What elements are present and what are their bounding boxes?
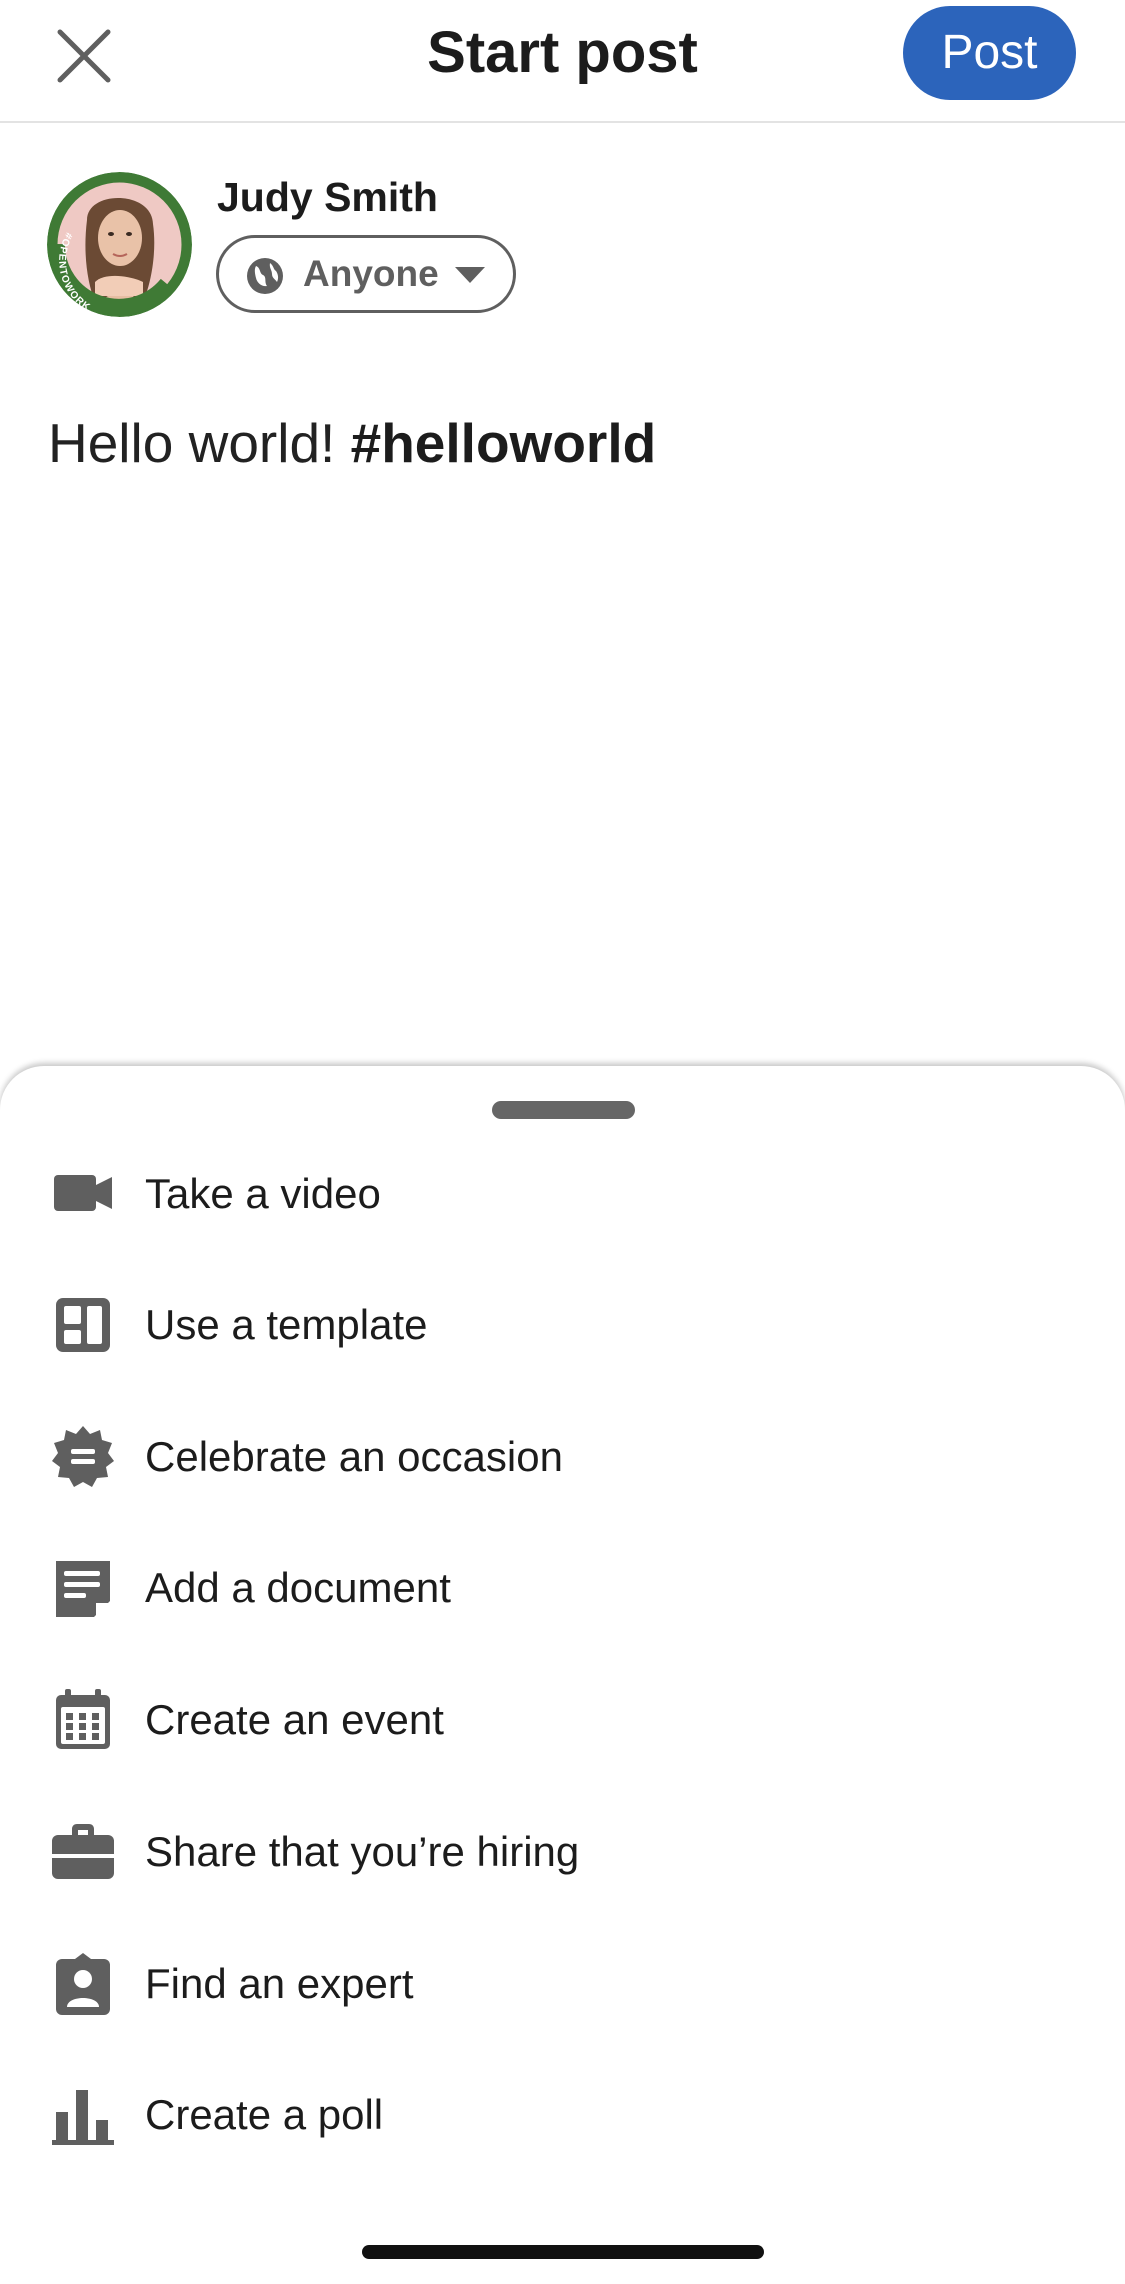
expert-icon <box>50 1951 116 2017</box>
video-icon <box>50 1167 116 1233</box>
option-label: Celebrate an occasion <box>145 1433 563 1480</box>
post-text-editor[interactable]: Hello world! #helloworld <box>48 408 656 478</box>
start-post-screen: Start post Post #OPENTOWORK Judy Smith A… <box>0 0 1125 2284</box>
option-create-an-event[interactable]: Create an event <box>0 1654 1125 1786</box>
option-find-an-expert[interactable]: Find an expert <box>0 1918 1125 2050</box>
calendar-icon <box>50 1687 116 1753</box>
option-label: Create a poll <box>145 2091 384 2138</box>
option-label: Take a video <box>145 1170 381 1217</box>
option-add-a-document[interactable]: Add a document <box>0 1522 1125 1654</box>
author-name: Judy Smith <box>217 174 438 220</box>
post-text: Hello world! <box>48 412 351 474</box>
sheet-drag-handle[interactable] <box>492 1101 635 1119</box>
option-label: Use a template <box>145 1301 428 1348</box>
globe-icon <box>245 256 285 296</box>
option-label: Add a document <box>145 1564 451 1611</box>
caret-down-icon <box>453 264 487 286</box>
celebrate-icon <box>50 1424 116 1490</box>
document-icon <box>50 1555 116 1621</box>
option-use-a-template[interactable]: Use a template <box>0 1259 1125 1391</box>
audience-label: Anyone <box>303 253 439 294</box>
template-icon <box>50 1292 116 1358</box>
poll-icon <box>50 2082 116 2148</box>
header-bar: Start post Post <box>0 0 1125 123</box>
hashtag[interactable]: #helloworld <box>351 412 657 474</box>
avatar[interactable]: #OPENTOWORK <box>47 172 192 317</box>
avatar-image: #OPENTOWORK <box>47 172 192 317</box>
briefcase-icon <box>50 1819 116 1885</box>
option-create-a-poll[interactable]: Create a poll <box>0 2049 1125 2181</box>
sheet-scroll-mask <box>0 1122 1125 1174</box>
option-label: Share that you’re hiring <box>145 1828 580 1875</box>
home-indicator[interactable] <box>362 2245 764 2259</box>
audience-selector[interactable]: Anyone <box>216 235 516 313</box>
option-share-hiring[interactable]: Share that you’re hiring <box>0 1786 1125 1918</box>
option-celebrate-an-occasion[interactable]: Celebrate an occasion <box>0 1391 1125 1523</box>
option-label: Create an event <box>145 1696 444 1743</box>
option-label: Find an expert <box>145 1960 414 2007</box>
post-button[interactable]: Post <box>903 6 1076 100</box>
